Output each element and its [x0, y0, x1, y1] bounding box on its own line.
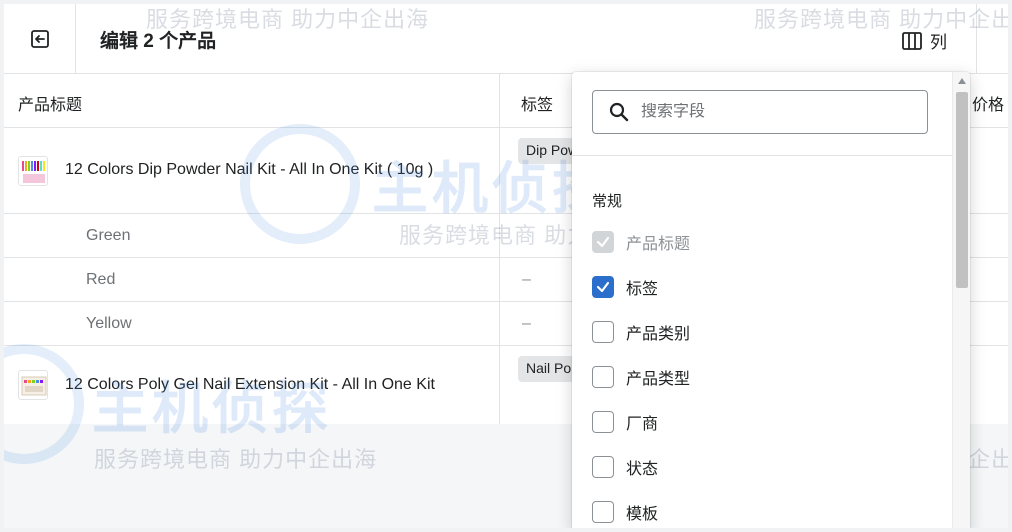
exit-icon: [30, 30, 49, 48]
option-template[interactable]: 模板: [592, 500, 658, 524]
popover-scrollbar[interactable]: [952, 72, 970, 528]
back-button[interactable]: [4, 4, 76, 74]
checkbox-checked[interactable]: [592, 276, 614, 298]
product-thumbnail: [18, 156, 48, 186]
option-label: 模板: [626, 506, 659, 523]
option-label: 产品标题: [626, 236, 691, 253]
option-label: 标签: [626, 281, 659, 298]
search-icon: [609, 102, 629, 122]
column-header-title[interactable]: 产品标题: [18, 91, 82, 115]
check-icon: [596, 236, 610, 248]
watermark-text: 服务跨境电商 助力中企出海: [146, 7, 430, 32]
variant-title[interactable]: Red: [86, 271, 115, 289]
variant-title[interactable]: Green: [86, 227, 130, 245]
columns-popover: 常规 产品标题 标签 产品类别 产品类型 厂商 状态: [572, 72, 970, 528]
option-product-title: 产品标题: [592, 230, 690, 254]
watermark-text: 服务跨境电商 助力中企出海: [754, 7, 1008, 32]
variant-title[interactable]: Yellow: [86, 315, 132, 333]
variant-tag-empty[interactable]: –: [522, 271, 531, 289]
watermark-logo: [240, 124, 360, 244]
watermark-text: 服务跨境电商 助力中企出海: [94, 447, 378, 472]
checkbox[interactable]: [592, 456, 614, 478]
bulk-editor-window: 编辑 2 个产品 列 产品标题 标签 价格 12 Colors Dip Powd…: [4, 4, 1008, 528]
checkbox[interactable]: [592, 411, 614, 433]
checkbox[interactable]: [592, 321, 614, 343]
option-product-category[interactable]: 产品类别: [592, 320, 690, 344]
column-header-tags[interactable]: 标签: [521, 91, 553, 115]
option-label: 产品类型: [626, 371, 691, 388]
scrollbar-thumb[interactable]: [956, 92, 968, 288]
watermark-brand: 主机侦探: [92, 377, 332, 440]
option-product-type[interactable]: 产品类型: [592, 365, 690, 389]
checkbox[interactable]: [592, 366, 614, 388]
search-input[interactable]: [641, 103, 901, 121]
column-header-price[interactable]: 价格: [972, 91, 1004, 115]
section-title-general: 常规: [592, 193, 623, 210]
option-status[interactable]: 状态: [592, 455, 658, 479]
option-label: 状态: [626, 461, 659, 478]
option-label: 厂商: [626, 416, 659, 433]
popover-search-section: [572, 72, 952, 156]
columns-icon: [902, 31, 922, 50]
product-tag[interactable]: Nail Polish: [518, 356, 574, 382]
variant-tag-empty[interactable]: –: [522, 315, 531, 333]
checkbox-disabled-checked: [592, 231, 614, 253]
option-label: 产品类别: [626, 326, 691, 343]
option-tags[interactable]: 标签: [592, 275, 658, 299]
scroll-up-arrow-icon[interactable]: [958, 78, 966, 84]
check-icon: [596, 281, 610, 293]
checkbox[interactable]: [592, 501, 614, 523]
option-vendor[interactable]: 厂商: [592, 410, 658, 434]
search-field[interactable]: [592, 90, 928, 134]
